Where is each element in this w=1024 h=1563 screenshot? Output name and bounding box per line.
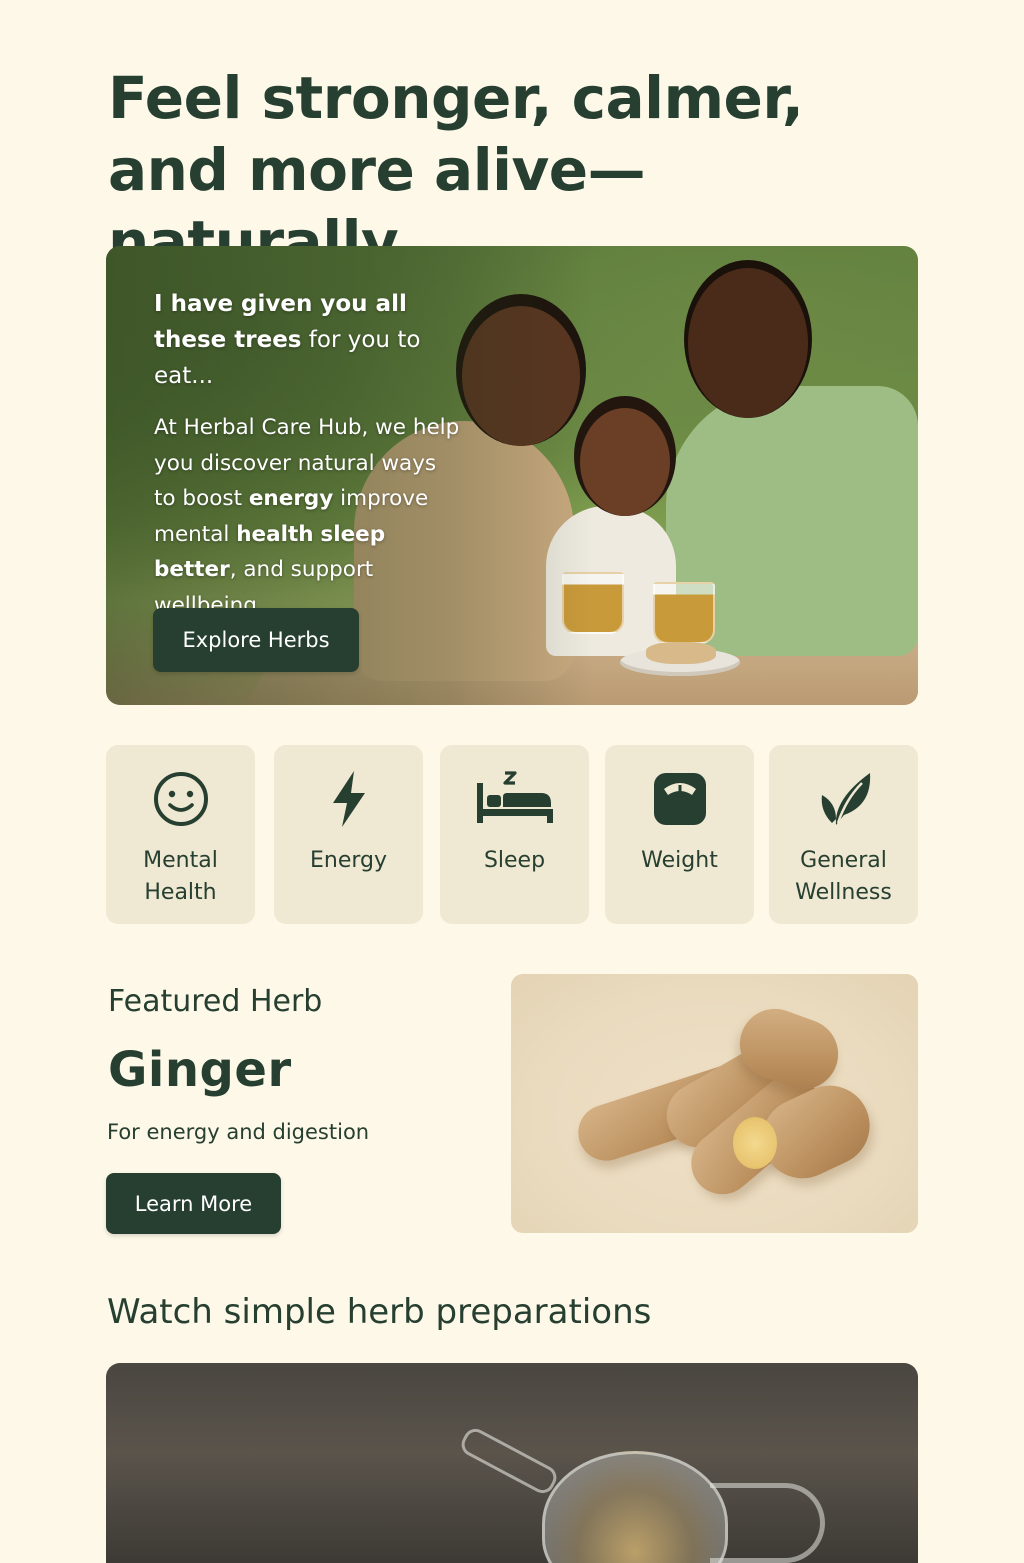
category-label-weight: Weight — [641, 848, 718, 873]
headline-line-1: Feel stronger, calmer, — [108, 64, 804, 132]
category-label-energy: Energy — [309, 848, 388, 873]
category-card-mental-health[interactable]: Mental Health — [106, 745, 255, 924]
learn-more-button[interactable]: Learn More — [106, 1173, 281, 1234]
hero-copy: I have given you all these trees for you… — [154, 286, 464, 623]
category-card-sleep[interactable]: Sleep — [440, 745, 589, 924]
page: Feel stronger, calmer, and more alive—na… — [0, 0, 1024, 1563]
category-card-weight[interactable]: Weight — [605, 745, 754, 924]
smiley-face-icon — [106, 769, 255, 829]
category-label-sleep: Sleep — [483, 848, 546, 873]
ginger-image — [511, 974, 918, 1233]
featured-herb-description: For energy and digestion — [107, 1120, 370, 1144]
featured-herb-name: Ginger — [108, 1042, 292, 1098]
teapot-handle — [710, 1483, 825, 1563]
hero-verse: I have given you all these trees for you… — [154, 286, 464, 394]
hero-banner: I have given you all these trees for you… — [106, 246, 918, 705]
category-grid: Mental Health Energy Sleep Weight Genera… — [106, 745, 918, 924]
bed-icon — [440, 769, 589, 829]
category-card-general-wellness[interactable]: General Wellness — [769, 745, 918, 924]
watch-section-title: Watch simple herb preparations — [107, 1292, 652, 1332]
hero-body-health: health — [236, 521, 314, 547]
category-label-general-wellness: General Wellness — [795, 848, 892, 905]
herb-preparation-video[interactable] — [106, 1363, 918, 1563]
explore-herbs-button[interactable]: Explore Herbs — [153, 608, 359, 672]
category-label-mental-health: Mental Health — [143, 848, 218, 905]
scale-icon — [605, 769, 754, 829]
leaf-icon — [769, 769, 918, 829]
featured-herb-kicker: Featured Herb — [108, 984, 323, 1019]
hero-description: At Herbal Care Hub, we help you discover… — [154, 410, 464, 623]
glass-teapot — [542, 1451, 728, 1563]
hero-body-energy: energy — [248, 486, 334, 511]
lightning-bolt-icon — [274, 769, 423, 829]
category-card-energy[interactable]: Energy — [274, 745, 423, 924]
ginger-cut-face — [733, 1117, 777, 1169]
teapot-spout — [457, 1424, 561, 1498]
